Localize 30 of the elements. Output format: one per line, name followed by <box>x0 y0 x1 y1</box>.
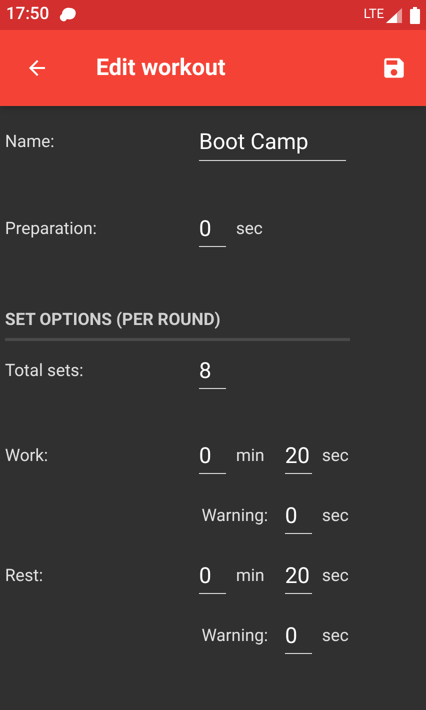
number-field[interactable]: 0 <box>199 440 226 474</box>
unit-label: sec <box>322 446 349 466</box>
field-label: Name: <box>5 132 54 152</box>
unit-label: sec <box>322 506 349 526</box>
field-label: Rest: <box>5 566 43 586</box>
number-field[interactable]: 20 <box>285 440 312 474</box>
unit-label: sec <box>322 566 349 586</box>
field-label: Work: <box>5 446 48 466</box>
name-field[interactable]: Boot Camp <box>199 125 346 161</box>
number-field[interactable]: 0 <box>285 620 312 654</box>
unit-label: sec <box>236 219 263 240</box>
app-bar-title: Edit workout <box>96 52 226 83</box>
unit-label: min <box>236 566 264 586</box>
field-label: Warning: <box>202 624 268 648</box>
cloud-icon <box>58 6 78 24</box>
unit-label: sec <box>322 626 349 646</box>
signal-icon <box>386 8 402 22</box>
number-field[interactable]: 0 <box>285 500 312 534</box>
number-field[interactable]: 0 <box>199 560 226 594</box>
field-label: Warning: <box>202 504 268 528</box>
number-field[interactable]: 20 <box>285 560 312 594</box>
unit-label: min <box>236 446 264 466</box>
status-time: 17:50 <box>6 3 50 26</box>
network-label: LTE <box>364 6 384 24</box>
number-field[interactable]: 8 <box>199 354 226 388</box>
section-header: SET OPTIONS (PER ROUND) <box>5 310 221 330</box>
field-label: Preparation: <box>5 219 97 240</box>
battery-icon <box>410 6 420 24</box>
number-field[interactable]: 0 <box>199 213 226 247</box>
field-label: Total sets: <box>5 360 84 381</box>
